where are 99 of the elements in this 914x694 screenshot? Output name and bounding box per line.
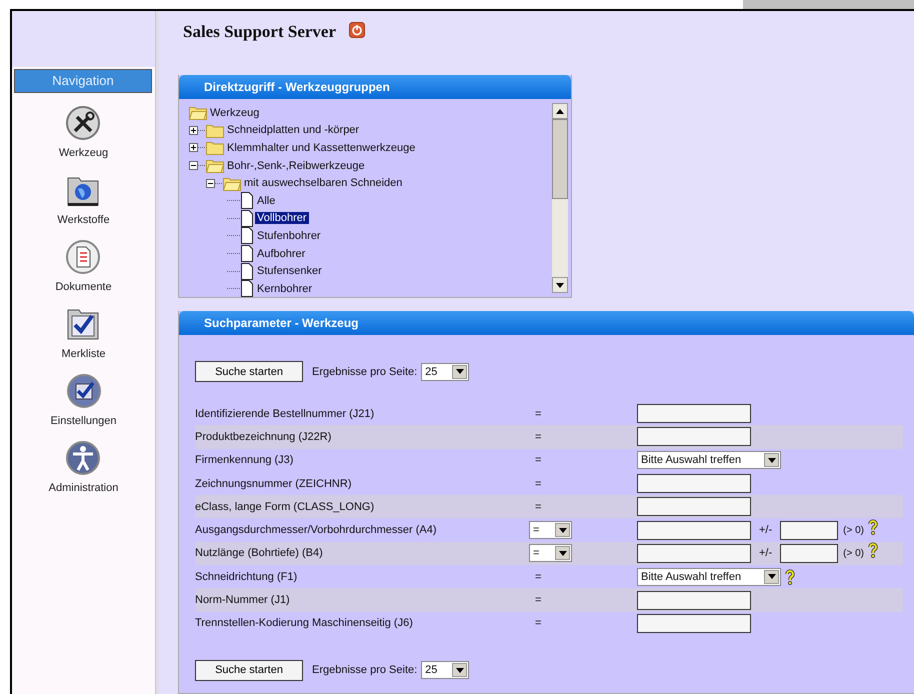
field-label: Nutzlänge (Bohrtiefe) (B4) xyxy=(195,547,324,560)
open-folder-icon xyxy=(206,158,224,174)
panel-header: Suchparameter - Werkzeug xyxy=(179,311,914,335)
tree-item[interactable]: Aufbohrer xyxy=(255,248,308,260)
nav-link[interactable]: Werkzeug xyxy=(58,147,108,159)
page-size-select[interactable]: 25 xyxy=(421,362,470,380)
operator: = xyxy=(534,430,542,443)
page-icon xyxy=(240,227,254,244)
input-field[interactable] xyxy=(637,520,751,540)
tree-item[interactable]: Stufenbohrer xyxy=(255,230,323,242)
caret-icon xyxy=(768,458,776,463)
input-field[interactable] xyxy=(637,497,751,516)
tree-item[interactable]: Schneidplatten und -körper xyxy=(225,124,362,136)
nav-link[interactable]: Administration xyxy=(48,482,118,494)
scroll-down-button[interactable] xyxy=(552,277,568,293)
input-field[interactable] xyxy=(637,590,751,610)
tolerance-label: +/- xyxy=(759,547,772,560)
results-per-page-label: Ergebnisse pro Seite: xyxy=(312,664,418,676)
input-field[interactable] xyxy=(637,404,751,424)
scroll-up-button[interactable] xyxy=(552,103,568,119)
nav-link[interactable]: Einstellungen xyxy=(50,415,117,427)
operator: = xyxy=(534,454,542,466)
page-size-select[interactable]: 25 xyxy=(421,661,470,680)
caret-icon xyxy=(456,668,464,673)
field-label: Zeichnungsnummer (ZEICHNR) xyxy=(195,478,352,490)
operator: = xyxy=(534,570,542,583)
nav-link[interactable]: Werkstoffe xyxy=(57,214,110,226)
operator: = xyxy=(534,500,542,513)
page-icon xyxy=(240,245,254,262)
page-icon xyxy=(240,192,254,210)
operator-select[interactable]: = xyxy=(529,521,572,540)
connector-line xyxy=(227,270,240,272)
tolerance-field[interactable] xyxy=(780,520,838,540)
scrollbar[interactable] xyxy=(552,103,568,293)
hint-text: (> 0) xyxy=(843,524,864,536)
open-folder-icon xyxy=(223,176,241,191)
tree-item[interactable]: Klemmhalter und Kassettenwerkzeuge xyxy=(225,142,418,154)
panel-header: Direktzugriff - Werkzeuggruppen xyxy=(179,75,571,99)
operator: = xyxy=(534,478,542,490)
help-icon[interactable] xyxy=(867,542,879,558)
field-label: eClass, lange Form (CLASS_LONG) xyxy=(195,500,376,513)
dropdown[interactable]: Bitte Auswahl treffen xyxy=(637,568,781,586)
search-button[interactable]: Suche starten xyxy=(195,660,303,681)
caret-icon xyxy=(558,528,566,533)
page-icon xyxy=(240,280,254,297)
tolerance-label: +/- xyxy=(759,524,772,536)
tolerance-field[interactable] xyxy=(780,544,838,563)
field-label: Firmenkennung (J3) xyxy=(195,454,294,466)
checkmark-icon[interactable] xyxy=(66,373,102,409)
tree-item[interactable]: Stufensenker xyxy=(255,265,324,278)
field-label: Ausgangsdurchmesser/Vorbohrdurchmesser (A4) xyxy=(195,524,438,536)
folder-icon xyxy=(206,140,224,156)
nav-link[interactable]: Merkliste xyxy=(61,348,106,360)
connector-line xyxy=(227,288,240,290)
input-field[interactable] xyxy=(637,614,751,633)
search-button[interactable]: Suche starten xyxy=(195,361,303,382)
input-field[interactable] xyxy=(637,474,751,494)
tools-icon[interactable] xyxy=(65,105,102,141)
tree-item[interactable]: Vollbohrer xyxy=(255,212,309,224)
operator: = xyxy=(534,594,542,606)
caret-up-icon xyxy=(556,108,564,114)
help-icon[interactable] xyxy=(784,568,796,585)
dropdown[interactable]: Bitte Auswahl treffen xyxy=(637,451,781,470)
connector-line xyxy=(227,218,240,219)
connector-line xyxy=(227,253,240,254)
nav-link[interactable]: Dokumente xyxy=(55,281,112,293)
tree-item[interactable]: Werkzeug xyxy=(208,106,262,119)
page-icon xyxy=(240,210,254,227)
navigation-heading: Navigation xyxy=(14,69,152,93)
tree-item[interactable]: mit auswechselbaren Schneiden xyxy=(242,177,404,190)
caret-icon xyxy=(558,550,566,556)
field-label: Norm-Nummer (J1) xyxy=(195,594,291,606)
page-icon xyxy=(240,262,254,280)
operator: = xyxy=(534,408,542,420)
tree-item[interactable]: Kernbohrer xyxy=(255,282,314,295)
hint-text: (> 0) xyxy=(843,548,864,559)
connector-line xyxy=(227,235,240,236)
help-icon[interactable] xyxy=(867,519,879,536)
connector-line xyxy=(227,200,240,202)
person-icon[interactable] xyxy=(65,440,102,476)
field-label: Produktbezeichnung (J22R) xyxy=(195,430,332,443)
field-label: Schneidrichtung (F1) xyxy=(195,570,298,583)
caret-icon xyxy=(456,369,464,374)
power-icon[interactable] xyxy=(349,22,365,38)
field-label: Trennstellen-Kodierung Maschinenseitig (J6) xyxy=(195,617,414,630)
tree-item[interactable]: Alle xyxy=(255,194,278,207)
app-title: Sales Support Server xyxy=(183,22,336,42)
folder-icon xyxy=(206,122,224,138)
operator: = xyxy=(534,617,542,630)
document-icon[interactable] xyxy=(65,239,102,275)
input-field[interactable] xyxy=(637,427,751,446)
caret-down-icon xyxy=(556,282,564,288)
caret-icon xyxy=(768,574,776,580)
field-label: Identifizierende Bestellnummer (J21) xyxy=(195,408,376,420)
tree-item[interactable]: Bohr-,Senk-,Reibwerkzeuge xyxy=(225,160,367,172)
input-field[interactable] xyxy=(637,544,751,563)
results-per-page-label: Ergebnisse pro Seite: xyxy=(312,366,418,378)
operator-select[interactable]: = xyxy=(529,544,572,562)
scroll-thumb[interactable] xyxy=(552,119,568,199)
